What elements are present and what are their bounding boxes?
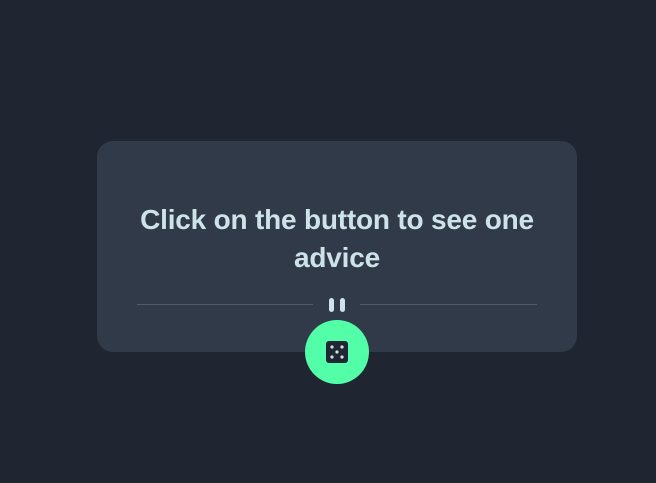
generate-advice-button[interactable] bbox=[305, 320, 369, 384]
pause-icon bbox=[327, 297, 347, 313]
pause-bar bbox=[329, 298, 334, 312]
advice-text: Click on the button to see one advice bbox=[140, 204, 534, 273]
divider bbox=[137, 297, 537, 313]
dice-icon bbox=[326, 341, 348, 363]
pause-bar bbox=[340, 298, 345, 312]
divider-line-right bbox=[360, 304, 537, 305]
divider-line-left bbox=[137, 304, 313, 305]
